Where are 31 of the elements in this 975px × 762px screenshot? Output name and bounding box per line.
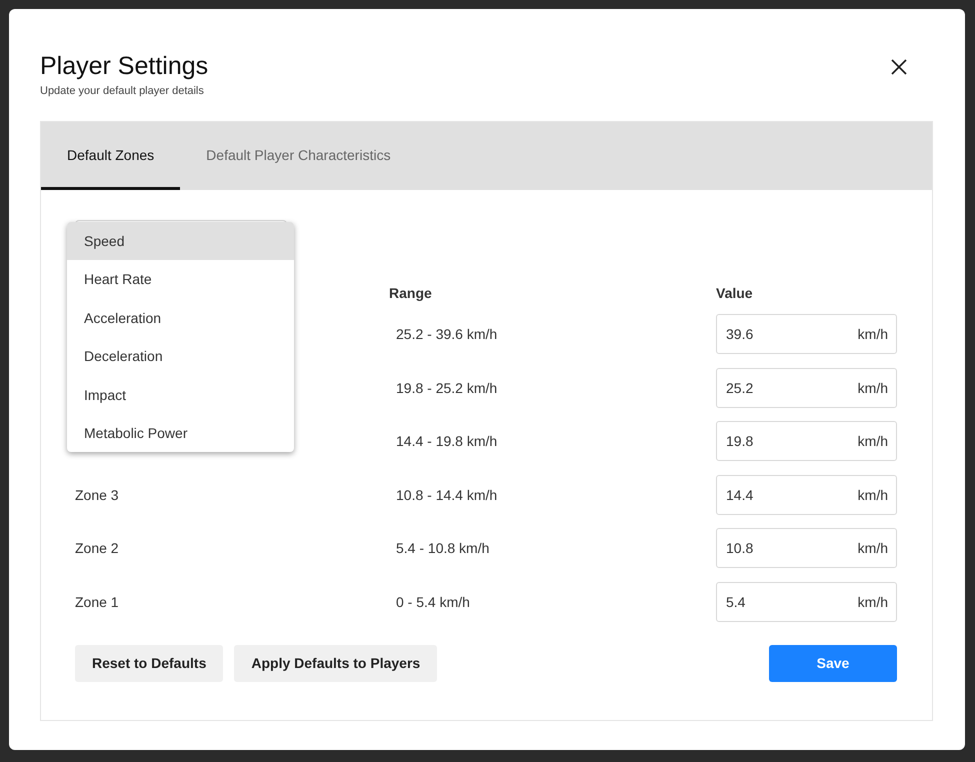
range-text: 5.4 - 10.8 km/h xyxy=(395,540,490,556)
unit-label: km/h xyxy=(858,540,888,556)
menu-option[interactable]: Impact xyxy=(67,376,294,414)
save-button[interactable]: Save xyxy=(769,644,897,682)
close-icon[interactable] xyxy=(889,57,909,77)
menu-option[interactable]: Deceleration xyxy=(67,337,294,376)
dialog-title: Player Settings xyxy=(40,51,208,81)
menu-option[interactable]: Metabolic Power xyxy=(67,414,294,452)
action-button[interactable]: Reset to Defaults xyxy=(75,644,224,682)
menu-option[interactable]: Speed xyxy=(67,222,294,260)
dialog-subtitle: Update your default player details xyxy=(40,85,205,97)
zone-label: Zone 3 xyxy=(75,486,120,502)
unit-label: km/h xyxy=(858,486,888,502)
column-header: Range xyxy=(389,285,433,303)
action-button[interactable]: Apply Defaults to Players xyxy=(234,644,438,682)
zone-label: Zone 1 xyxy=(75,594,120,610)
unit-label: km/h xyxy=(858,326,888,342)
range-text: 0 - 5.4 km/h xyxy=(395,594,471,610)
zone-label: Zone 2 xyxy=(75,540,120,556)
unit-label: km/h xyxy=(858,594,888,610)
tab[interactable]: Default Zones xyxy=(41,122,180,190)
unit-label: km/h xyxy=(858,433,888,449)
range-text: 14.4 - 19.8 km/h xyxy=(395,433,498,449)
column-header: Value xyxy=(716,285,754,303)
menu-option[interactable]: Acceleration xyxy=(67,298,294,338)
menu-option[interactable]: Heart Rate xyxy=(67,260,294,299)
tab[interactable]: Default Player Characteristics xyxy=(180,122,417,190)
range-text: 19.8 - 25.2 km/h xyxy=(395,380,498,396)
range-text: 25.2 - 39.6 km/h xyxy=(395,326,498,342)
unit-label: km/h xyxy=(858,380,888,396)
range-text: 10.8 - 14.4 km/h xyxy=(395,486,498,502)
